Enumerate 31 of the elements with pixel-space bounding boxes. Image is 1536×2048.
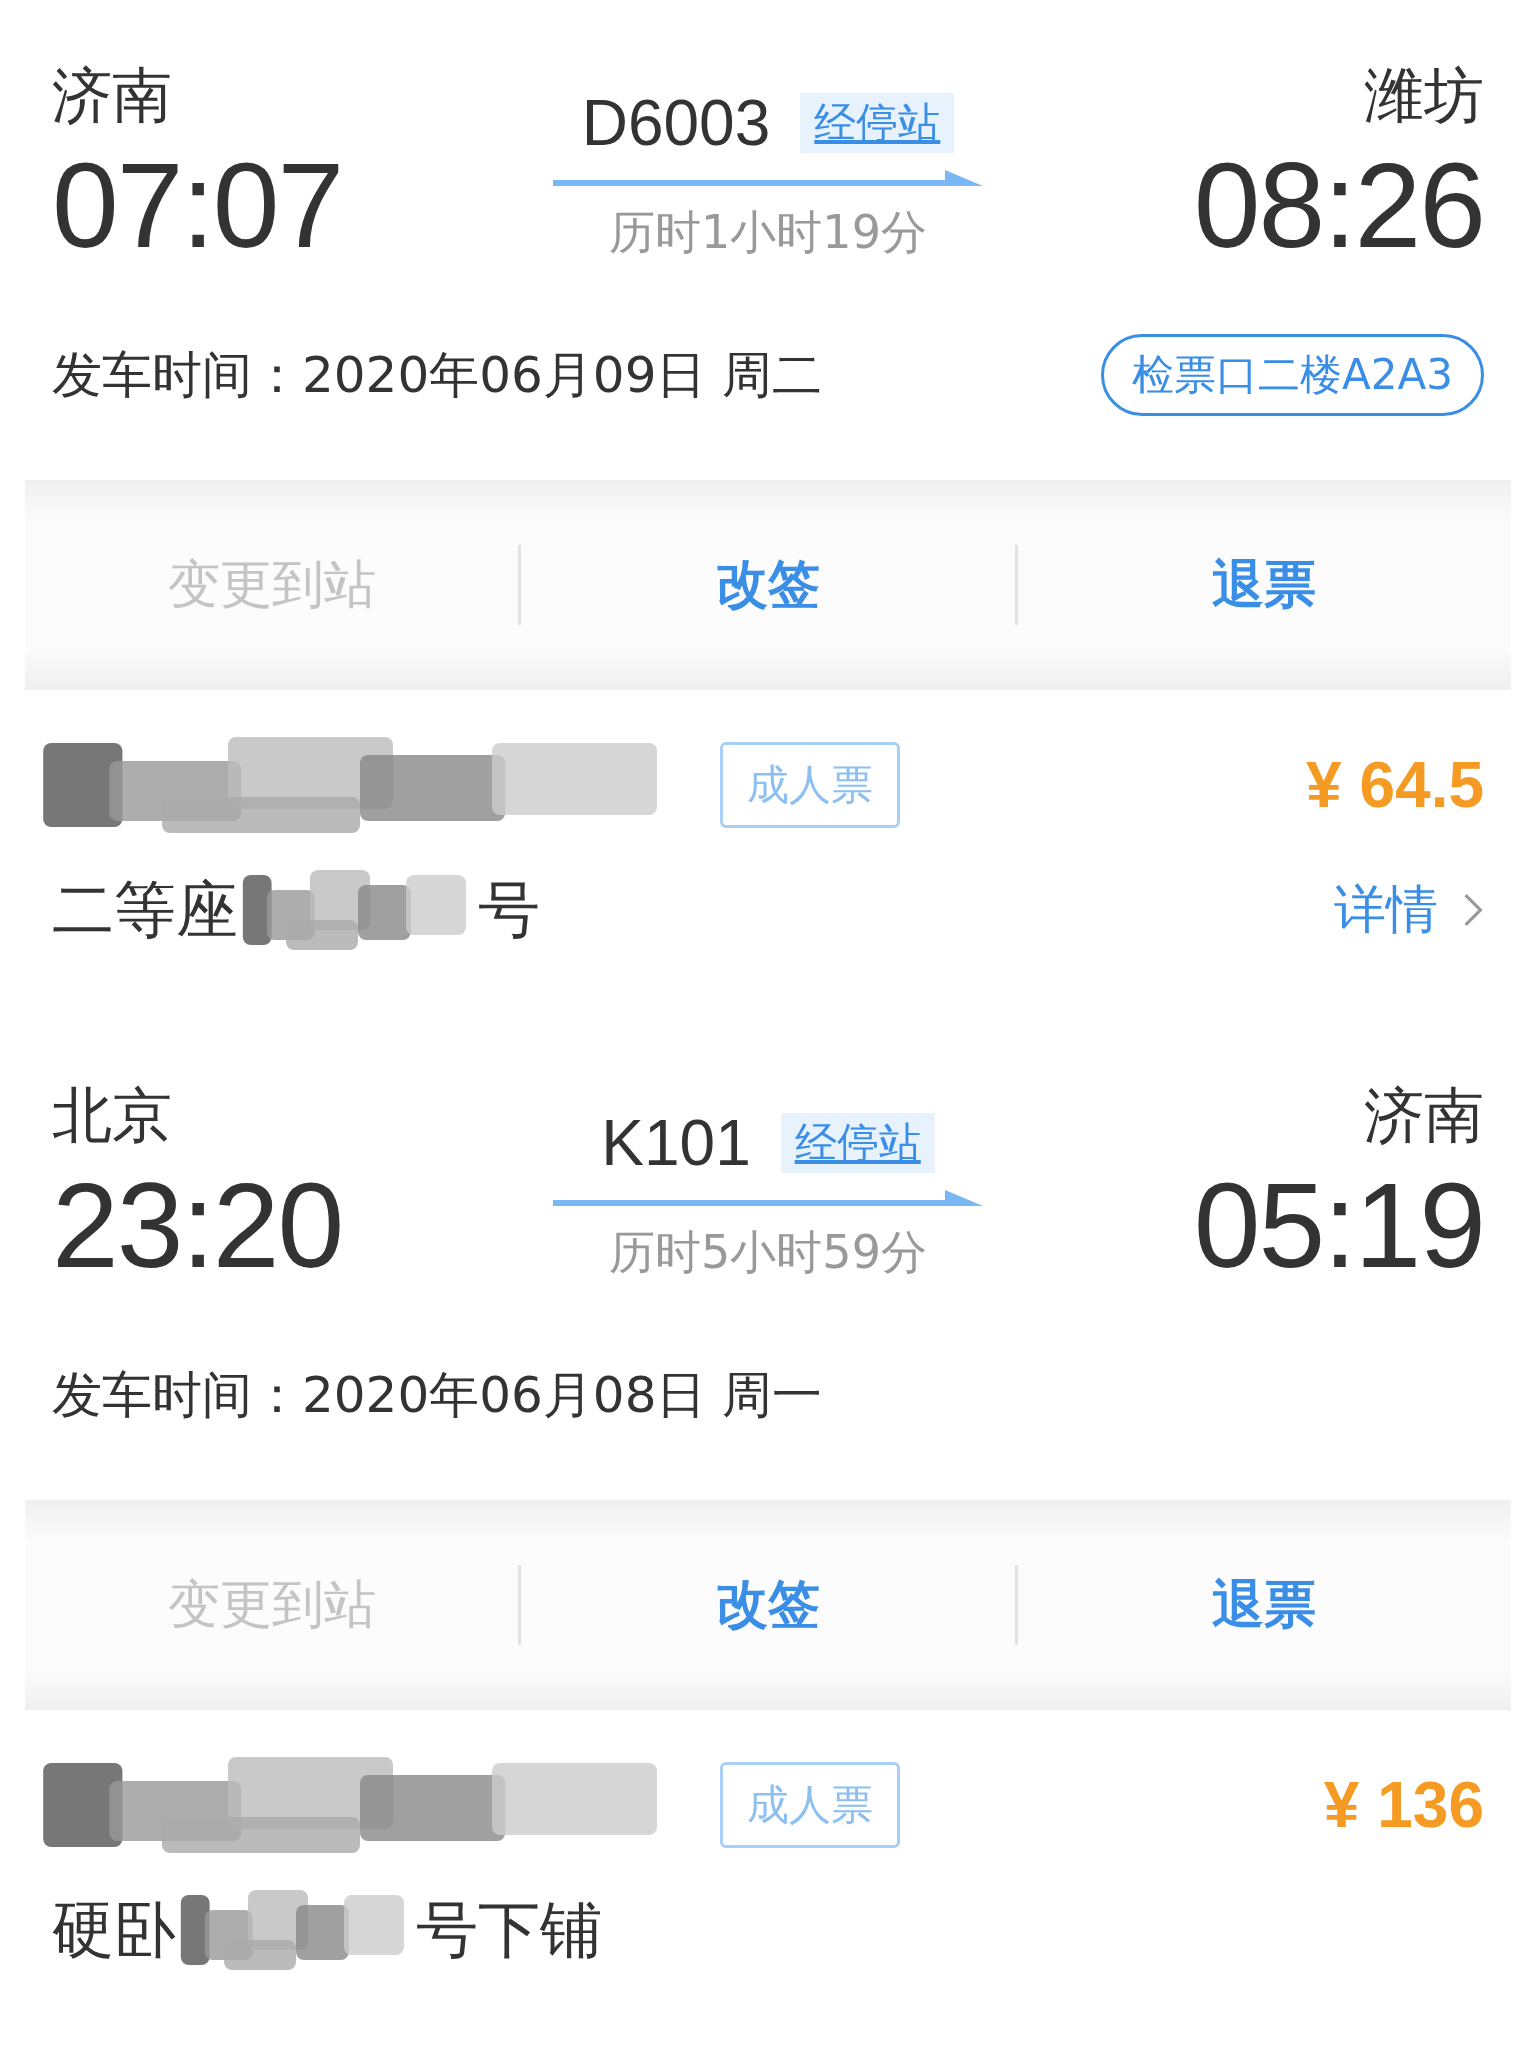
chevron-right-icon — [1462, 892, 1484, 928]
gate-badge: 检票口二楼A2A3 — [1101, 334, 1484, 416]
action-button[interactable]: 改签 — [521, 549, 1015, 621]
travel-duration: 历时1小时19分 — [609, 204, 927, 261]
seat-class: 二等座 — [52, 872, 238, 948]
action-button[interactable]: 改签 — [521, 1569, 1015, 1641]
ticket-price: ¥ 64.5 — [1306, 748, 1484, 822]
train-number: K101 — [601, 1106, 751, 1180]
action-button[interactable]: 退票 — [1017, 549, 1511, 621]
stops-link[interactable]: 经停站 — [780, 1113, 935, 1173]
departure-date: 发车时间：2020年06月08日 周一 — [52, 1364, 823, 1426]
action-button[interactable]: 退票 — [1017, 1569, 1511, 1641]
seat-class: 硬卧 — [52, 1892, 176, 1968]
seat-number: 号下铺 — [416, 1892, 602, 1968]
station-name: 济南 — [52, 59, 173, 132]
arrival-time: 05:19 — [1193, 1160, 1484, 1290]
station-name: 北京 — [52, 1079, 173, 1152]
seat-number: 号 — [478, 872, 540, 948]
station-name: 潍坊 — [1364, 59, 1484, 132]
train-number: D6003 — [581, 86, 771, 160]
ticket-type-badge: 成人票 — [720, 1762, 900, 1848]
travel-duration: 历时5小时59分 — [609, 1224, 927, 1281]
departure-time: 07:07 — [52, 140, 343, 270]
departure-time: 23:20 — [52, 1160, 343, 1290]
station-name: 济南 — [1364, 1079, 1484, 1152]
stops-link[interactable]: 经停站 — [800, 93, 955, 153]
details-link[interactable]: 详情 — [1334, 875, 1484, 945]
departure-date: 发车时间：2020年06月09日 周二 — [52, 344, 823, 406]
ticket-type-badge: 成人票 — [720, 742, 900, 828]
arrival-time: 08:26 — [1193, 140, 1484, 270]
ticket-price: ¥ 136 — [1323, 1768, 1484, 1842]
